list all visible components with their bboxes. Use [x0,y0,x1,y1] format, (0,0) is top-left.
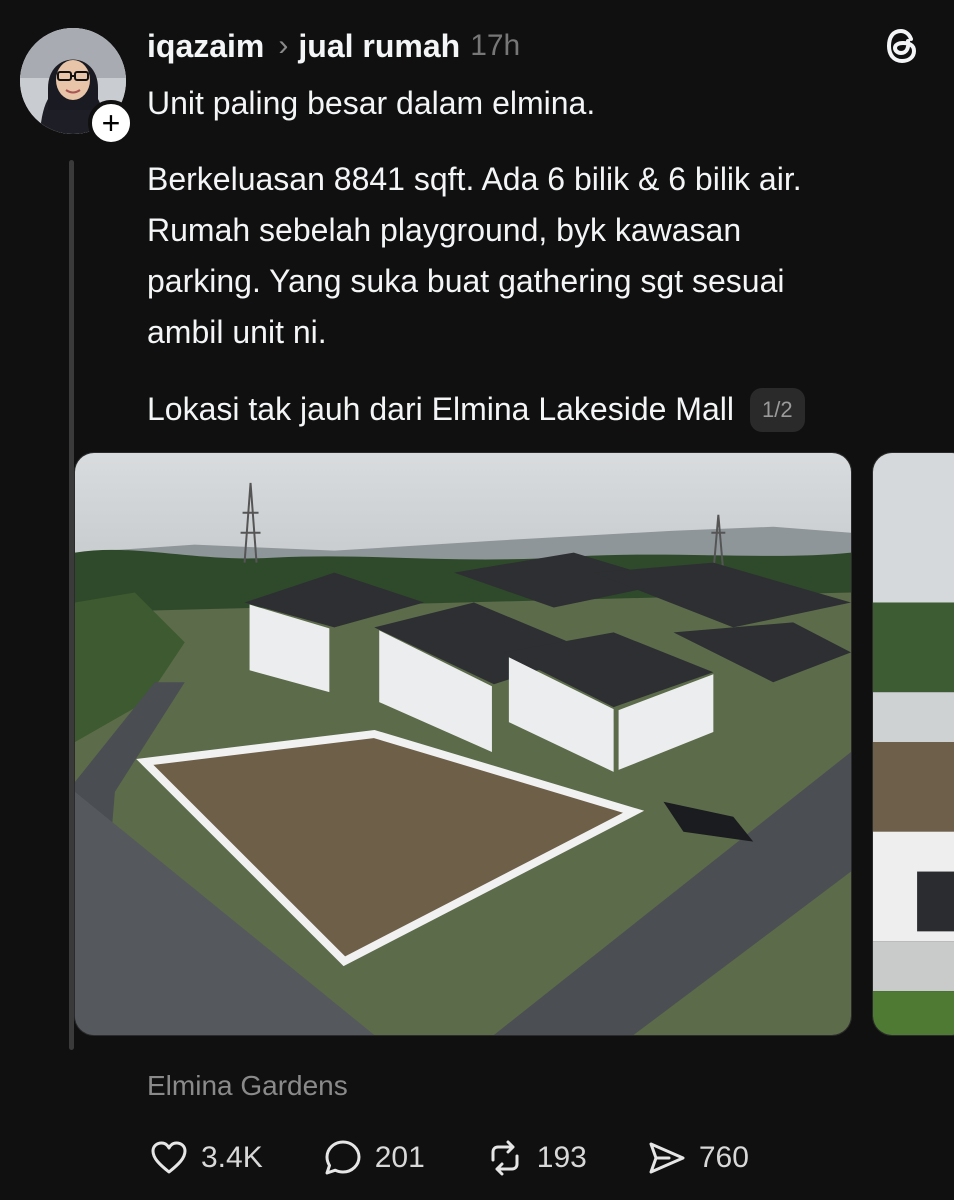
username[interactable]: iqazaim [147,28,264,65]
post-text-line: ambil unit ni. [147,314,327,350]
post-text-line: parking. Yang suka buat gathering sgt se… [147,263,785,299]
location-sentence: Lokasi tak jauh dari Elmina Lakeside Mal… [147,391,734,427]
share-button[interactable]: 760 [645,1136,749,1180]
post-text-paragraph: Berkeluasan 8841 sqft. Ada 6 bilik & 6 b… [147,154,802,358]
speech-bubble-icon [325,1140,361,1175]
reply-button[interactable]: 201 [321,1136,425,1180]
reply-count: 201 [374,1141,425,1174]
post-header: iqazaim › jual rumah 17h [147,24,520,68]
threads-logo-icon[interactable] [882,24,922,68]
repost-button[interactable]: 193 [483,1136,587,1180]
topic-tag[interactable]: jual rumah [298,28,460,65]
post-text-line: Berkeluasan 8841 sqft. Ada 6 bilik & 6 b… [147,161,802,197]
send-icon [649,1142,685,1174]
post-image-aerial-houses[interactable] [74,452,852,1036]
repost-arrows-icon [491,1140,519,1176]
image-counter: 1/2 [749,387,805,432]
repost-count: 193 [536,1141,587,1174]
chevron-right-icon: › [278,29,289,62]
post-text-line: Rumah sebelah playground, byk kawasan [147,212,742,248]
post-time: 17h [470,29,521,62]
post-text-line1: Unit paling besar dalam elmina. [147,85,596,121]
location-tag[interactable]: Elmina Gardens [147,1070,348,1102]
share-count: 760 [698,1141,749,1174]
like-button[interactable]: 3.4K [147,1136,263,1180]
follow-button[interactable]: + [88,100,134,146]
like-count: 3.4K [201,1141,263,1174]
threads-post: + iqazaim › jual rumah 17h Unit paling b… [0,0,954,1200]
post-text-line3: Lokasi tak jauh dari Elmina Lakeside Mal… [147,384,805,435]
post-image-second-peek[interactable] [872,452,954,1036]
heart-icon [151,1141,187,1174]
action-bar: 3.4K 201 193 760 [147,1130,807,1186]
